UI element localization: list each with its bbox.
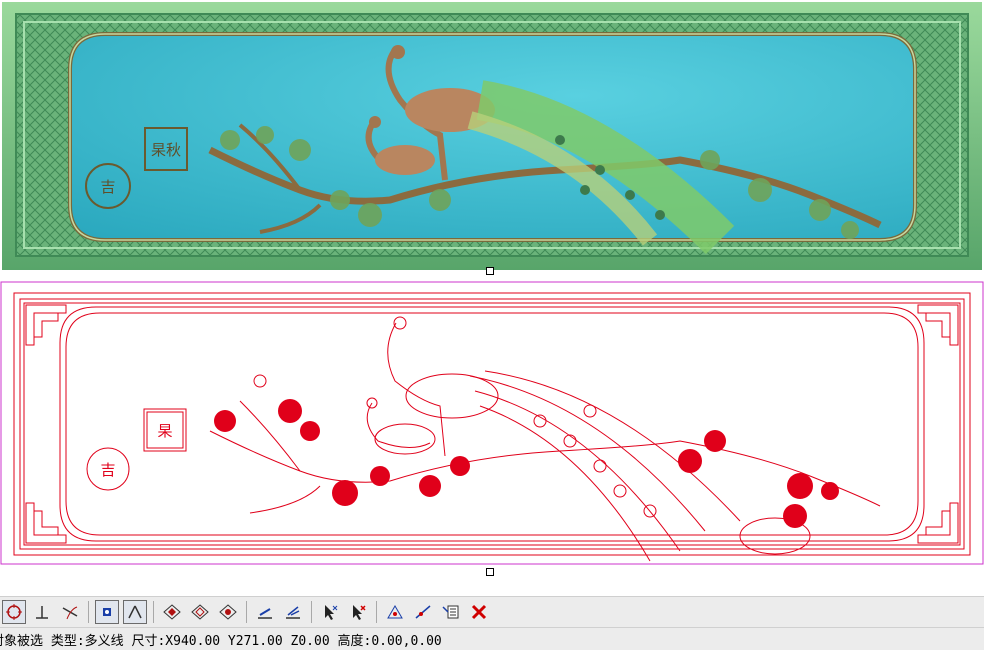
diamond-add-icon xyxy=(191,604,209,620)
circle-target-icon xyxy=(6,604,22,620)
node-delete-button[interactable] xyxy=(216,600,240,624)
selection-handle-top[interactable] xyxy=(486,267,494,275)
transform-icon xyxy=(387,605,403,619)
snap-circle-button[interactable] xyxy=(2,600,26,624)
align-distribute-icon xyxy=(286,606,300,619)
perpendicular-icon xyxy=(36,606,48,619)
svg-text:吉: 吉 xyxy=(100,178,115,196)
list-edit-icon xyxy=(442,605,459,619)
pick-tool-button[interactable] xyxy=(318,600,342,624)
seal-glyph: 杲 xyxy=(157,422,172,440)
vector-drawing-svg: 杲 吉 xyxy=(0,281,984,565)
diamond-delete-icon xyxy=(219,604,237,620)
snap-perpendicular-button[interactable] xyxy=(30,600,54,624)
toolbar-separator xyxy=(311,601,312,623)
snap-angle-button[interactable] xyxy=(123,600,147,624)
align-distribute-button[interactable] xyxy=(281,600,305,624)
align-bottom-button[interactable] xyxy=(253,600,277,624)
grid-point-icon xyxy=(103,608,111,616)
toolbar-separator xyxy=(246,601,247,623)
red-x-icon xyxy=(471,604,487,620)
edit-curve-icon xyxy=(415,605,431,619)
align-bottom-icon xyxy=(258,608,272,619)
pick-remove-icon xyxy=(353,605,366,620)
drawing-canvas[interactable]: 杲秋 吉 杲 吉 xyxy=(0,0,984,596)
svg-text:杲秋: 杲秋 xyxy=(151,141,181,159)
angle-icon xyxy=(128,605,142,619)
selection-handle-bottom[interactable] xyxy=(486,568,494,576)
node-select-button[interactable] xyxy=(160,600,184,624)
status-bar: 对象被选 类型:多义线 尺寸:X940.00 Y271.00 Z0.00 高度:… xyxy=(0,627,984,650)
edit-curve-button[interactable] xyxy=(411,600,435,624)
tangent-icon xyxy=(62,606,78,620)
vector-drawing[interactable]: 杲 吉 xyxy=(0,281,984,596)
snap-grid-button[interactable] xyxy=(95,600,119,624)
pick-cursor-icon xyxy=(325,605,338,620)
diamond-node-icon xyxy=(163,604,181,620)
toolbar-separator xyxy=(376,601,377,623)
snap-toolbar xyxy=(0,596,984,627)
relief-preview: 杲秋 吉 xyxy=(0,0,984,281)
status-text: 对象被选 类型:多义线 尺寸:X940.00 Y271.00 Z0.00 高度:… xyxy=(0,633,442,649)
toolbar-separator xyxy=(153,601,154,623)
snap-tangent-button[interactable] xyxy=(58,600,82,624)
relief-preview-svg: 杲秋 吉 xyxy=(0,0,984,281)
list-edit-button[interactable] xyxy=(439,600,463,624)
node-add-button[interactable] xyxy=(188,600,212,624)
delete-button[interactable] xyxy=(467,600,491,624)
round-seal-glyph: 吉 xyxy=(100,461,115,479)
pick-remove-button[interactable] xyxy=(346,600,370,624)
toolbar-separator xyxy=(88,601,89,623)
transform-button[interactable] xyxy=(383,600,407,624)
